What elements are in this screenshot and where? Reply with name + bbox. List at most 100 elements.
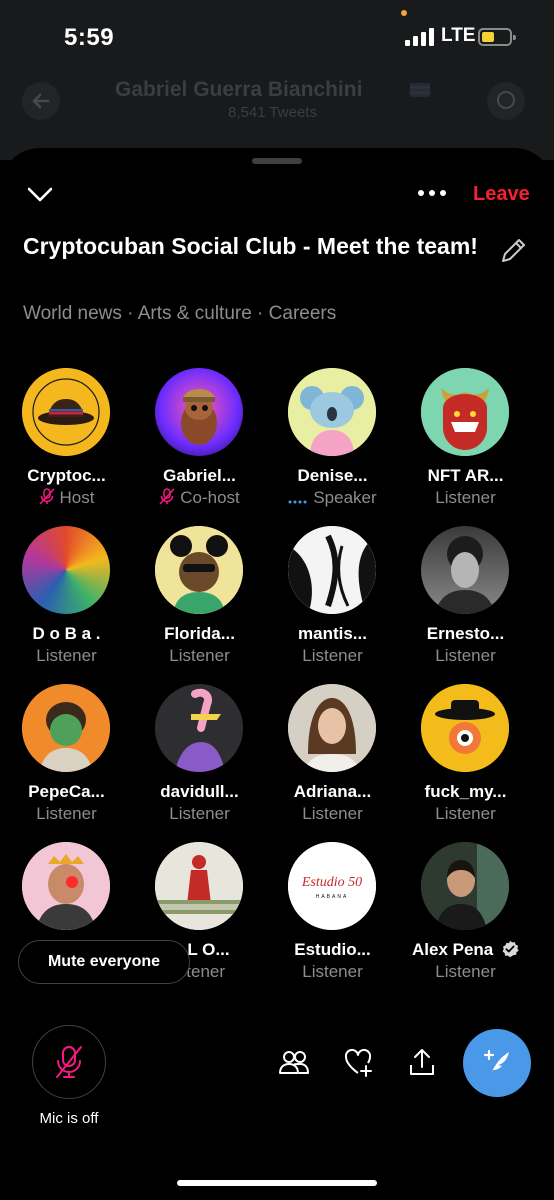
- avatar: [288, 368, 376, 456]
- studio-logo-text: Estudio 50: [301, 875, 362, 890]
- participant-role: Listener: [435, 646, 496, 665]
- battery-icon: [478, 28, 516, 46]
- battery-level-fill: [482, 32, 494, 42]
- participant-name: Cryptoc...: [27, 466, 106, 485]
- participant-name: Adriana...: [293, 782, 372, 801]
- eye-hat-avatar-art: [421, 684, 509, 772]
- avatar: [288, 684, 376, 772]
- studio-logo-sub: HABANA: [316, 894, 349, 900]
- flamingo-avatar-art: [155, 684, 243, 772]
- share-icon[interactable]: [406, 1046, 438, 1078]
- woman-photo-avatar-art: [288, 684, 376, 772]
- participant-role: Listener: [169, 646, 230, 665]
- red-figure-avatar-art: [155, 842, 243, 930]
- participant-role: Listener: [435, 962, 496, 981]
- tweet-count: 8,541 Tweets: [228, 104, 317, 121]
- speaking-dots-icon: [288, 500, 307, 504]
- back-button[interactable]: [22, 82, 60, 120]
- participant-name: Alex Pena: [399, 940, 532, 960]
- participant-name: davidull...: [160, 782, 239, 801]
- avatar: [22, 842, 110, 930]
- participant-role: Speaker: [266, 488, 399, 508]
- man-photo-avatar-art: [421, 842, 509, 930]
- participant-role: Listener: [435, 804, 496, 823]
- people-icon[interactable]: [278, 1046, 310, 1078]
- avatar: [421, 368, 509, 456]
- profile-name: Gabriel Guerra Bianchini: [115, 78, 363, 101]
- participant-name: Gabriel...: [163, 466, 236, 485]
- cellular-signal-icon: [405, 28, 435, 46]
- mic-toggle-button[interactable]: [32, 1025, 106, 1099]
- avatar: [22, 684, 110, 772]
- participant-role: Host: [0, 488, 133, 508]
- participant-role: Co-host: [133, 488, 266, 508]
- search-button[interactable]: [487, 82, 525, 120]
- participant-name: mantis...: [298, 624, 367, 643]
- home-indicator[interactable]: [177, 1180, 377, 1186]
- avatar: [155, 526, 243, 614]
- estudio-50-logo-icon: Estudio 50 HABANA: [288, 842, 376, 930]
- edit-pencil-icon[interactable]: [498, 234, 530, 266]
- samurai-avatar-art: [421, 368, 509, 456]
- leave-button[interactable]: Leave: [473, 183, 530, 206]
- avatar: [288, 526, 376, 614]
- koala-avatar-art: [288, 368, 376, 456]
- role-label: Co-host: [180, 488, 240, 507]
- chevron-down-icon[interactable]: [26, 184, 54, 204]
- avatar: [421, 526, 509, 614]
- avatar: [22, 368, 110, 456]
- participant-role: Listener: [169, 804, 230, 823]
- network-type: LTE: [441, 25, 476, 46]
- role-label: Speaker: [313, 488, 377, 507]
- privacy-indicator-dot: [401, 10, 407, 16]
- ape-mouse-ears-avatar-art: [155, 526, 243, 614]
- status-time: 5:59: [64, 24, 115, 51]
- participant-name: Florida...: [164, 624, 235, 643]
- avatar: Estudio 50 HABANA: [288, 842, 376, 930]
- more-options-icon[interactable]: [418, 190, 448, 198]
- avatar: [155, 684, 243, 772]
- mute-everyone-button[interactable]: Mute everyone: [18, 940, 190, 984]
- cuba-flag-icon: [410, 83, 430, 97]
- mic-off-icon: [38, 488, 55, 505]
- arrow-left-icon: [32, 93, 50, 109]
- participant-name: D o B a .: [32, 624, 101, 643]
- participant-role: Listener: [302, 804, 363, 823]
- status-bar: 5:59 LTE: [0, 0, 554, 70]
- space-title: Cryptocuban Social Club - Meet the team!: [23, 233, 478, 259]
- photo-portrait-avatar-art: [435, 536, 495, 614]
- mic-off-icon: [159, 488, 175, 505]
- participant-name: Denise...: [297, 466, 368, 485]
- participant-name: Estudio...: [294, 940, 371, 959]
- role-label: Host: [59, 488, 95, 507]
- avatar: [22, 526, 110, 614]
- compose-tweet-button[interactable]: [463, 1029, 531, 1097]
- verified-badge-icon: [502, 940, 519, 958]
- participant-role: Listener: [435, 488, 496, 507]
- space-topics: World news · Arts & culture · Careers: [23, 303, 337, 324]
- cryptocuban-logo-icon: [22, 368, 110, 456]
- participant-name: Ernesto...: [426, 624, 505, 643]
- avatar: [421, 842, 509, 930]
- participant-name: NFT AR...: [427, 466, 504, 485]
- participant-role: Listener: [36, 646, 97, 665]
- participant-name: fuck_my...: [424, 782, 507, 801]
- mic-off-icon: [56, 1046, 82, 1078]
- participant-name: PepeCa...: [28, 782, 105, 801]
- ink-portrait-avatar-art: [288, 526, 376, 614]
- avatar: [155, 842, 243, 930]
- sheet-grabber[interactable]: [252, 158, 302, 164]
- avatar: [155, 368, 243, 456]
- participant-role: Listener: [302, 646, 363, 665]
- pepe-avatar-art: [22, 684, 110, 772]
- heart-plus-icon[interactable]: [342, 1046, 374, 1078]
- profile-header: Gabriel Guerra Bianchini 8,541 Tweets: [0, 70, 554, 130]
- feather-plus-icon: [483, 1049, 509, 1074]
- mic-status-label: Mic is off: [39, 1110, 99, 1127]
- participant-role: Listener: [36, 804, 97, 823]
- ape-avatar-art: [181, 389, 217, 445]
- participant-role: Listener: [302, 962, 363, 981]
- participant-name-text: Alex Pena: [412, 940, 494, 959]
- avatar: [421, 684, 509, 772]
- laser-eyes-avatar-art: [22, 842, 110, 930]
